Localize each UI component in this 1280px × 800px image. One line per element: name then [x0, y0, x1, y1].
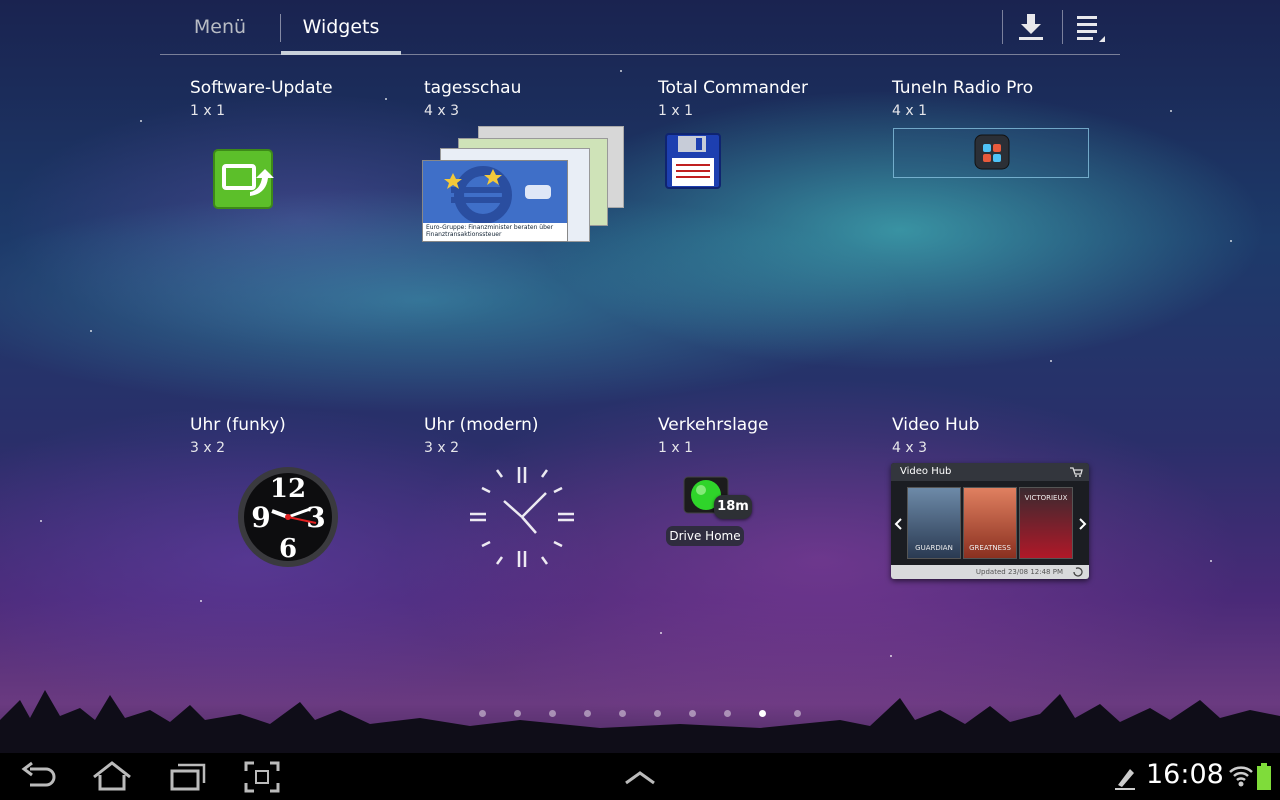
page-dot[interactable] [689, 710, 696, 717]
widget-total-commander[interactable]: Total Commander 1 x 1 [628, 0, 862, 300]
system-bar: 16:08 [0, 753, 1280, 800]
page-dot[interactable] [514, 710, 521, 717]
notification-pen-icon[interactable] [1112, 765, 1138, 791]
svg-text:6: 6 [279, 534, 297, 564]
tunein-icon [974, 134, 1010, 170]
chevron-right-icon [1079, 518, 1087, 530]
back-icon[interactable] [18, 759, 60, 795]
widget-name: Video Hub [892, 415, 980, 435]
poster-greatness: GREATNESS [963, 487, 1017, 559]
star [890, 655, 892, 657]
star [140, 120, 142, 122]
widget-size: 1 x 1 [190, 103, 225, 119]
euro-sculpture-image [423, 161, 567, 224]
svg-text:9: 9 [251, 501, 270, 534]
widget-uhr-modern[interactable]: Uhr (modern) 3 x 2 [394, 337, 628, 637]
video-hub-updated: Updated 23/08 12:48 PM [891, 565, 1089, 579]
widget-name: Uhr (funky) [190, 415, 286, 435]
star [1230, 240, 1232, 242]
star [1170, 110, 1172, 112]
wifi-icon [1229, 766, 1253, 787]
home-icon[interactable] [90, 759, 134, 795]
video-hub-preview: Video Hub GUARDIAN GREATNESS VICTORIEUX … [891, 463, 1089, 579]
widget-name: Uhr (modern) [424, 415, 539, 435]
widget-tagesschau[interactable]: tagesschau 4 x 3 Euro-Gruppe: Finanzmini… [394, 0, 628, 300]
widget-size: 4 x 1 [892, 103, 927, 119]
modern-clock-icon [470, 467, 574, 567]
page-dot[interactable] [794, 710, 801, 717]
travel-time-badge: 18m [714, 495, 752, 519]
widget-name: tagesschau [424, 78, 522, 98]
page-dot[interactable] [654, 710, 661, 717]
widget-verkehrslage[interactable]: Verkehrslage 1 x 1 18m Drive Home [628, 337, 862, 637]
svg-text:12: 12 [270, 474, 306, 504]
cart-icon [1070, 467, 1083, 477]
widget-tunein-radio-pro[interactable]: TuneIn Radio Pro 4 x 1 [862, 0, 1096, 300]
svg-text:3: 3 [306, 501, 325, 534]
widget-size: 4 x 3 [424, 103, 459, 119]
widget-software-update[interactable]: Software-Update 1 x 1 [160, 0, 394, 300]
widget-size: 1 x 1 [658, 103, 693, 119]
floppy-disk-icon [665, 133, 721, 189]
widget-name: TuneIn Radio Pro [892, 78, 1034, 98]
widget-size: 1 x 1 [658, 440, 693, 456]
refresh-icon [1073, 567, 1083, 577]
software-update-icon [213, 149, 274, 209]
news-card-front: Euro-Gruppe: Finanzminister beraten über… [422, 160, 568, 242]
page-dot[interactable] [619, 710, 626, 717]
star [40, 520, 42, 522]
page-dot[interactable] [549, 710, 556, 717]
poster-victorieux: VICTORIEUX [1019, 487, 1073, 559]
page-dot[interactable] [724, 710, 731, 717]
video-hub-header: Video Hub [891, 463, 1089, 481]
poster-guardian: GUARDIAN [907, 487, 961, 559]
chevron-left-icon [894, 518, 902, 530]
widget-size: 3 x 2 [190, 440, 225, 456]
page-dot[interactable] [479, 710, 486, 717]
star [90, 330, 92, 332]
widget-uhr-funky[interactable]: Uhr (funky) 3 x 2 12 9 3 6 [160, 337, 394, 637]
widget-size: 4 x 3 [892, 440, 927, 456]
recent-apps-icon[interactable] [166, 759, 208, 795]
star [1210, 560, 1212, 562]
news-caption: Euro-Gruppe: Finanzminister beraten über… [426, 224, 554, 238]
up-chevron-icon[interactable] [620, 759, 660, 795]
battery-icon [1257, 763, 1271, 790]
page-dot[interactable] [584, 710, 591, 717]
screenshot-icon[interactable] [242, 759, 282, 795]
tree-silhouette [0, 690, 1280, 755]
status-clock: 16:08 [1146, 759, 1224, 790]
funky-clock-icon: 12 9 3 6 [238, 467, 338, 567]
widget-name: Total Commander [658, 78, 808, 98]
drive-home-label: Drive Home [666, 526, 744, 546]
widget-name: Verkehrslage [658, 415, 769, 435]
page-dot-active[interactable] [759, 710, 766, 717]
widget-size: 3 x 2 [424, 440, 459, 456]
widget-name: Software-Update [190, 78, 333, 98]
